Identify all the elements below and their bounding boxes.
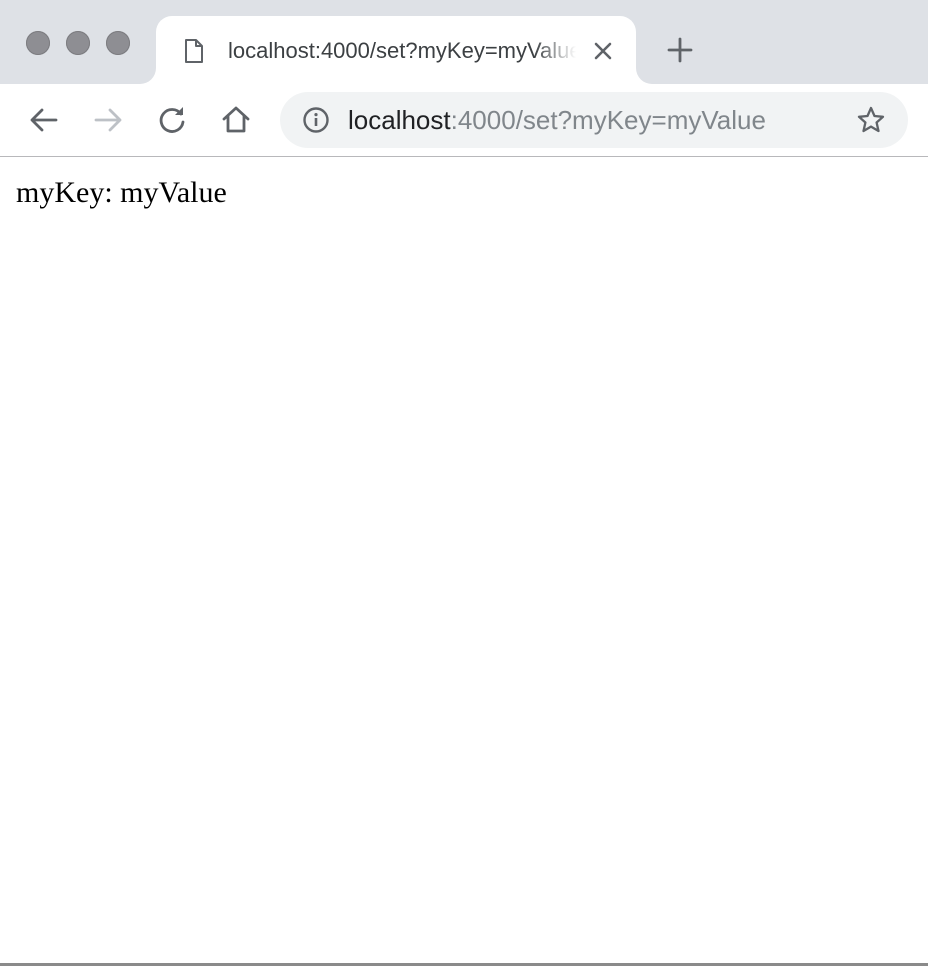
toolbar: localhost:4000/set?myKey=myValue xyxy=(0,84,928,157)
tab-strip: localhost:4000/set?myKey=myValue xyxy=(0,0,928,84)
url-path: :4000/set?myKey=myValue xyxy=(450,105,766,135)
page-body-text: myKey: myValue xyxy=(16,176,227,209)
url-host: localhost xyxy=(348,105,451,135)
arrow-left-icon xyxy=(30,108,58,132)
new-tab-button[interactable] xyxy=(664,34,696,66)
address-bar[interactable]: localhost:4000/set?myKey=myValue xyxy=(280,92,908,148)
back-button[interactable] xyxy=(26,102,62,138)
star-icon[interactable] xyxy=(856,105,886,135)
home-button[interactable] xyxy=(218,102,254,138)
forward-button[interactable] xyxy=(90,102,126,138)
tab-title: localhost:4000/set?myKey=myValue xyxy=(228,38,576,63)
page-content: myKey: myValue xyxy=(0,157,928,963)
arrow-right-icon xyxy=(94,108,122,132)
close-icon[interactable] xyxy=(590,38,616,64)
page-icon xyxy=(182,38,206,64)
close-window-button[interactable] xyxy=(26,31,50,55)
url-text[interactable]: localhost:4000/set?myKey=myValue xyxy=(348,105,766,135)
home-icon xyxy=(222,106,250,133)
tab-active[interactable]: localhost:4000/set?myKey=myValue xyxy=(156,16,636,84)
reload-icon xyxy=(159,107,185,133)
info-icon[interactable] xyxy=(302,106,330,134)
reload-button[interactable] xyxy=(154,102,190,138)
zoom-window-button[interactable] xyxy=(106,31,130,55)
browser-window: localhost:4000/set?myKey=myValue localho… xyxy=(0,0,928,966)
minimize-window-button[interactable] xyxy=(66,31,90,55)
